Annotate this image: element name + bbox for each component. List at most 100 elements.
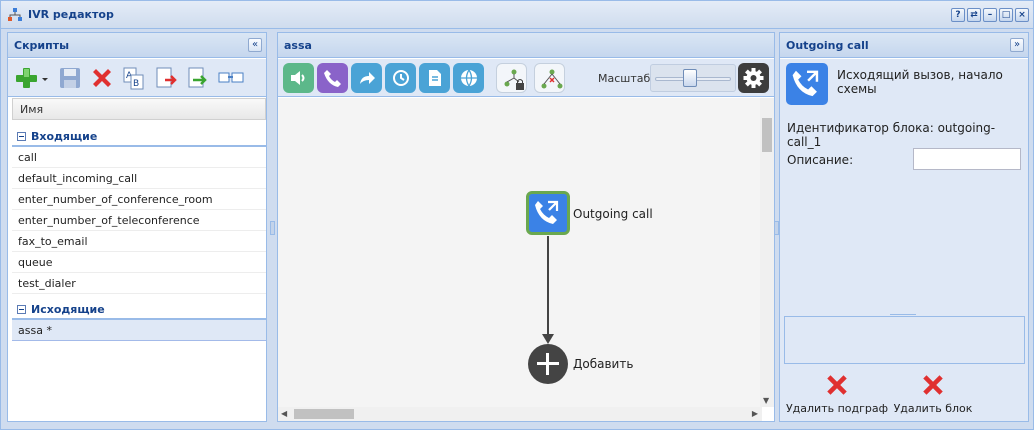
delete-icon: [827, 375, 847, 395]
forward-button[interactable]: [351, 63, 382, 93]
maximize-button[interactable]: □: [999, 8, 1013, 22]
dropdown-arrow-icon[interactable]: [40, 66, 50, 90]
delete-block-button[interactable]: Удалить блок: [878, 372, 988, 422]
flow-edge-arrowhead: [542, 334, 554, 344]
zoom-slider-thumb[interactable]: [682, 69, 697, 87]
speaker-icon: [291, 71, 305, 85]
horizontal-scrollbar-thumb[interactable]: [294, 409, 354, 419]
properties-body: Исходящий вызов, начало схемы Идентифика…: [780, 59, 1028, 421]
outgoing-call-node[interactable]: [526, 191, 570, 235]
zoom-slider[interactable]: [650, 64, 736, 92]
description-label: Описание:: [787, 153, 854, 167]
block-description: Исходящий вызов, начало схемы: [837, 68, 1003, 96]
scripts-panel: Скрипты « A B Имя Входящие call default_…: [7, 32, 267, 422]
tree-view-button[interactable]: [534, 63, 565, 93]
import-icon[interactable]: [185, 66, 209, 90]
ivr-editor-window: IVR редактор ? ⇄ – □ × Скрипты « A B Имя…: [0, 0, 1034, 430]
collapse-left-button[interactable]: «: [248, 38, 262, 52]
delete-icon[interactable]: [90, 66, 114, 90]
list-item[interactable]: test_dialer: [12, 273, 266, 294]
gear-icon: [743, 68, 764, 88]
add-block-button[interactable]: [528, 344, 568, 384]
properties-panel-title: Outgoing call: [786, 39, 869, 52]
collapse-group-icon[interactable]: [17, 305, 26, 314]
phone-icon: [324, 70, 341, 87]
subgraph-area: [784, 316, 1025, 364]
window-title: IVR редактор: [28, 8, 114, 21]
export-icon[interactable]: [153, 66, 177, 90]
window-controls: ? ⇄ – □ ×: [951, 8, 1029, 22]
flow-editor-panel: assa Масштаб Outgoing call Добавить ▼ ◀ …: [277, 32, 775, 422]
minimize-button[interactable]: –: [983, 8, 997, 22]
forward-icon: [360, 72, 375, 84]
rename-icon[interactable]: A B: [121, 66, 145, 90]
block-id: Идентификатор блока: outgoing-call_1: [787, 121, 996, 149]
timetable-button[interactable]: [385, 63, 416, 93]
scripts-list: Входящие call default_incoming_call ente…: [12, 121, 266, 421]
collapse-right-button[interactable]: »: [1010, 38, 1024, 52]
lock-tree-button[interactable]: [496, 63, 527, 93]
list-item[interactable]: enter_number_of_conference_room: [12, 189, 266, 210]
horizontal-scrollbar[interactable]: ◀ ▶: [278, 407, 762, 421]
list-item[interactable]: enter_number_of_teleconference: [12, 210, 266, 231]
group-incoming[interactable]: Входящие: [12, 121, 266, 147]
collapse-group-icon[interactable]: [17, 132, 26, 141]
vertical-scrollbar-thumb[interactable]: [762, 118, 772, 152]
list-item[interactable]: call: [12, 147, 266, 168]
list-item[interactable]: default_incoming_call: [12, 168, 266, 189]
properties-panel: Outgoing call » Исходящий вызов, начало …: [779, 32, 1029, 422]
document-button[interactable]: [419, 63, 450, 93]
outgoing-call-icon: [535, 200, 559, 224]
scroll-down-icon[interactable]: ▼: [763, 396, 769, 405]
scripts-toolbar: A B: [8, 59, 266, 97]
properties-panel-header: Outgoing call »: [780, 33, 1028, 58]
globe-icon: [461, 69, 477, 88]
script-title: assa: [284, 39, 312, 52]
scripts-panel-header: Скрипты «: [8, 33, 266, 58]
group-title: Исходящие: [31, 303, 105, 316]
assign-icon[interactable]: [217, 66, 245, 90]
document-icon: [429, 70, 441, 86]
vertical-scrollbar[interactable]: ▼: [760, 98, 774, 407]
scroll-right-icon[interactable]: ▶: [752, 409, 758, 418]
close-button[interactable]: ×: [1015, 8, 1029, 22]
zoom-label: Масштаб: [598, 72, 651, 85]
flow-toolbar: Масштаб: [278, 59, 774, 97]
group-title: Входящие: [31, 130, 98, 143]
scripts-panel-title: Скрипты: [14, 39, 70, 52]
list-item[interactable]: fax_to_email: [12, 231, 266, 252]
flow-edge: [547, 236, 549, 340]
svg-text:B: B: [133, 79, 139, 89]
settings-button[interactable]: [738, 63, 769, 93]
delete-subgraph-label: Удалить подграф: [785, 402, 889, 415]
subpanel-tab[interactable]: [890, 310, 916, 315]
list-item[interactable]: queue: [12, 252, 266, 273]
web-button[interactable]: [453, 63, 484, 93]
add-icon[interactable]: [14, 66, 38, 90]
app-logo-icon: [8, 8, 22, 21]
scroll-left-icon[interactable]: ◀: [281, 409, 287, 418]
outgoing-call-icon: [792, 70, 819, 97]
tree-lock-icon: [504, 69, 524, 90]
clock-icon: [393, 70, 409, 86]
node-label: Outgoing call: [573, 207, 653, 221]
left-splitter-handle[interactable]: [270, 221, 275, 235]
delete-icon: [923, 375, 943, 395]
description-input[interactable]: [913, 148, 1021, 170]
play-sound-button[interactable]: [283, 63, 314, 93]
block-type-icon: [786, 63, 828, 105]
flow-canvas[interactable]: Outgoing call Добавить: [278, 98, 762, 407]
call-button[interactable]: [317, 63, 348, 93]
save-icon[interactable]: [58, 66, 82, 90]
help-button[interactable]: ?: [951, 8, 965, 22]
restore-button[interactable]: ⇄: [967, 8, 981, 22]
window-titlebar: IVR редактор ? ⇄ – □ ×: [1, 1, 1033, 29]
group-outgoing[interactable]: Исходящие: [12, 294, 266, 320]
delete-subgraph-button[interactable]: Удалить подграф: [782, 372, 892, 422]
add-block-label: Добавить: [573, 357, 634, 371]
tree-icon: [541, 69, 563, 89]
flow-editor-header: assa: [278, 33, 774, 58]
delete-block-label: Удалить блок: [893, 402, 973, 415]
list-item-selected[interactable]: assa *: [12, 320, 266, 341]
name-column-header[interactable]: Имя: [12, 98, 266, 120]
